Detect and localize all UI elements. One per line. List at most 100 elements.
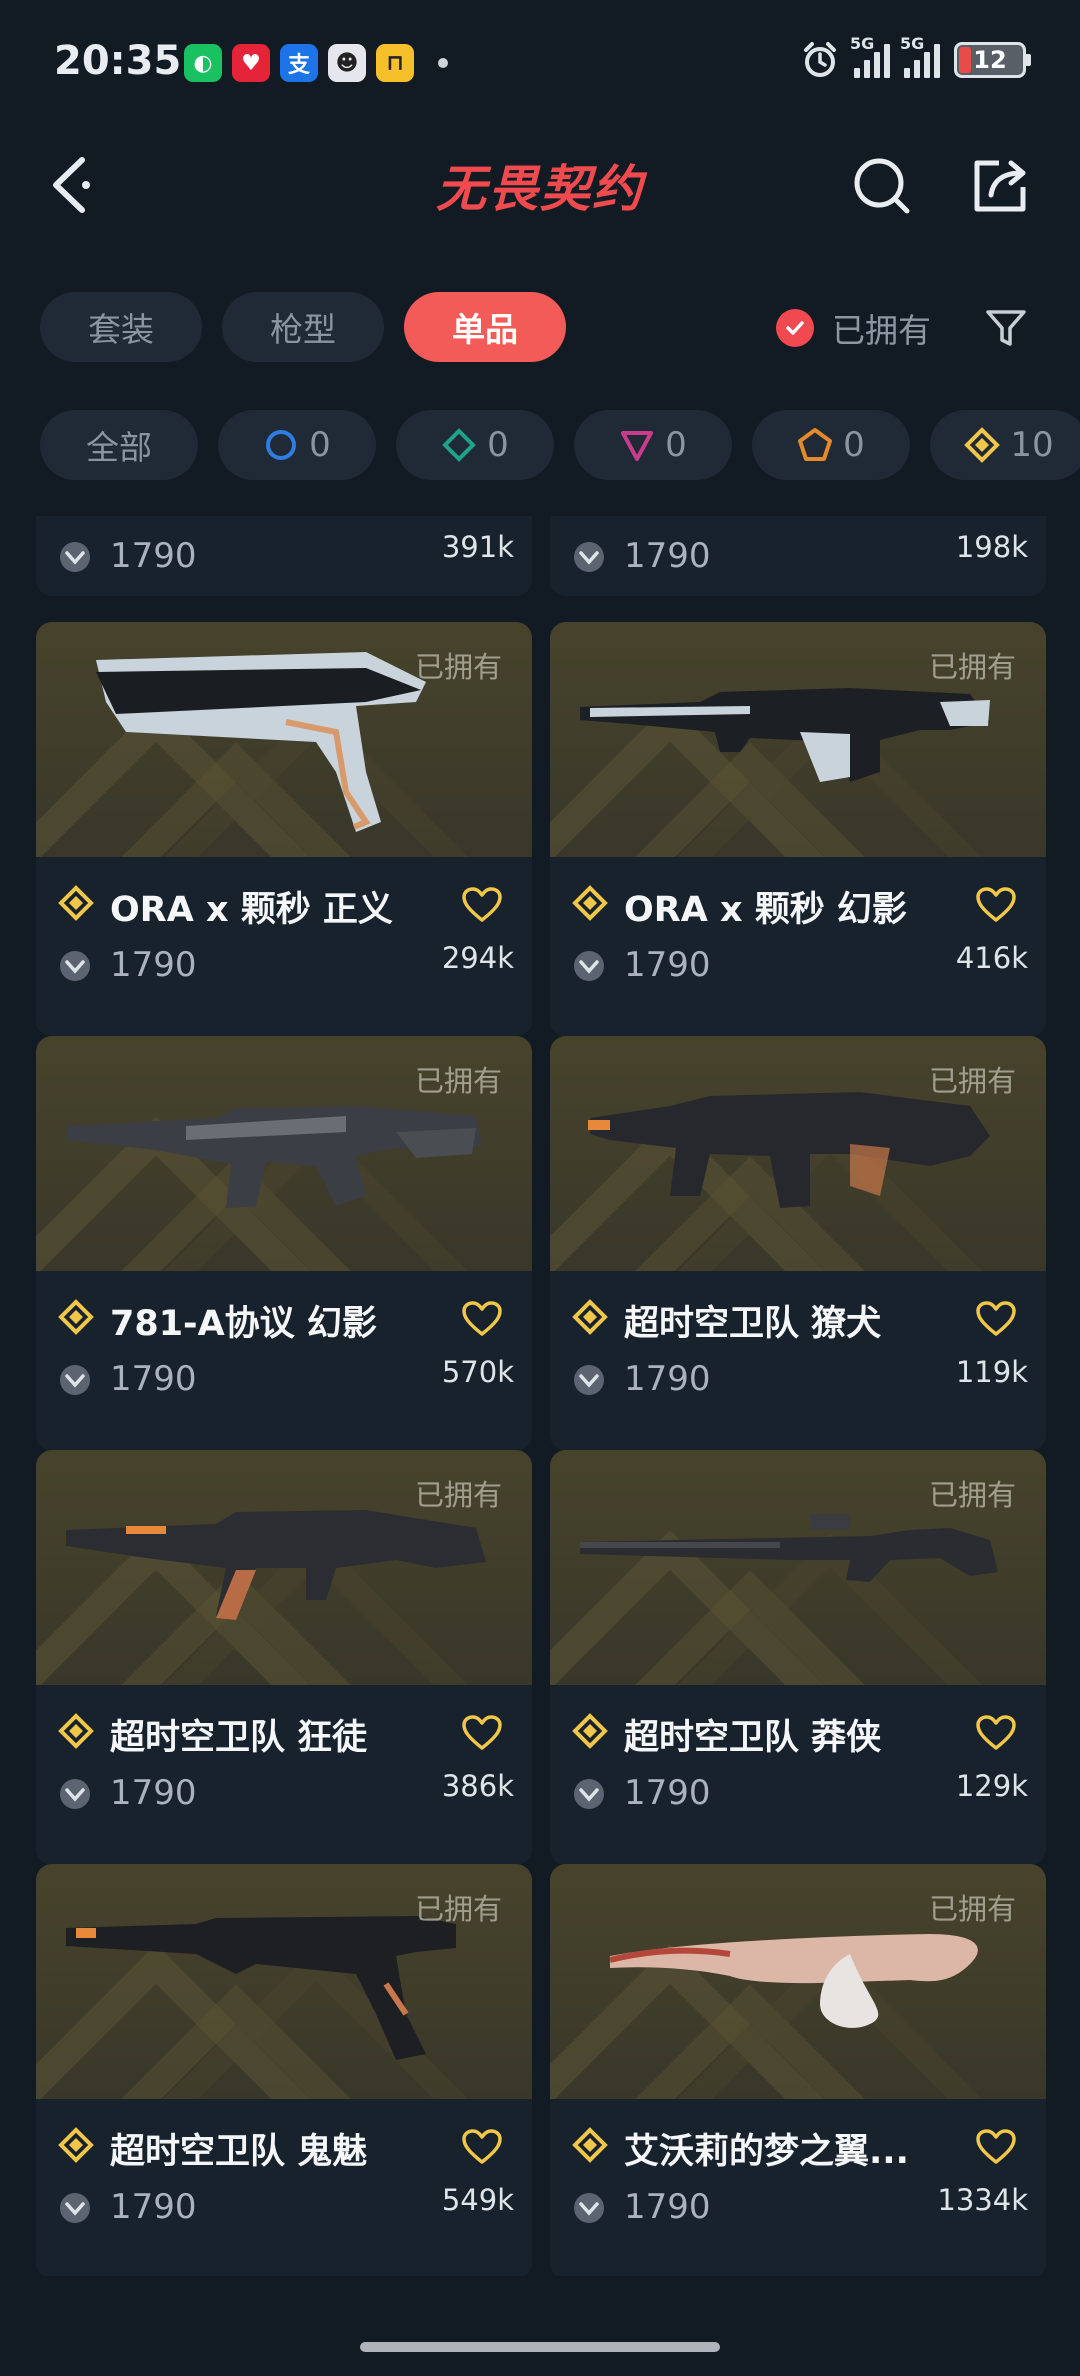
ultra-tier-icon	[572, 1713, 608, 1749]
vp-currency-icon	[572, 1363, 606, 1397]
skin-likes-count: 198k	[955, 530, 1028, 564]
owned-badge: 已拥有	[928, 1478, 1016, 1512]
chip-count: 0	[843, 425, 865, 465]
deluxe-tier-icon	[442, 428, 477, 462]
skin-name: 超时空卫队 莽侠	[624, 1718, 882, 1758]
exclusive-tier-icon	[798, 428, 833, 461]
vp-currency-icon	[572, 540, 606, 574]
chip-premium-tier[interactable]: 0	[574, 410, 732, 480]
favorite-heart-icon[interactable]	[976, 2129, 1016, 2165]
select-tier-icon	[266, 430, 297, 460]
skin-price: 1790	[110, 2187, 197, 2227]
chip-select-tier[interactable]: 0	[218, 410, 376, 480]
vp-currency-icon	[572, 2191, 606, 2225]
page-title: 无畏契约	[436, 160, 644, 218]
skin-info: 超时空卫队 鬼魅 1790 549k	[36, 2099, 532, 2276]
ultra-tier-icon	[964, 427, 1001, 463]
skin-grid: 1790 391k 1790 198k 已拥有 ORA x 颗秒 正义 1790 294k …	[0, 516, 1080, 2276]
favorite-heart-icon[interactable]	[462, 2129, 502, 2165]
vp-currency-icon	[58, 2191, 92, 2225]
share-button[interactable]	[964, 150, 1036, 222]
chip-count: 0	[309, 425, 331, 465]
notification-app-icons: ◐ ♥ 支 ☻ ⊓	[184, 44, 448, 82]
owned-badge: 已拥有	[414, 650, 502, 684]
ultra-tier-icon	[572, 1299, 608, 1335]
tab-sets[interactable]: 套装	[40, 292, 202, 362]
heart-app-icon: ♥	[232, 44, 270, 82]
vp-currency-icon	[58, 949, 92, 983]
skin-likes-count: 1334k	[937, 2183, 1028, 2217]
skin-image: 已拥有	[36, 1036, 532, 1271]
owned-badge: 已拥有	[928, 650, 1016, 684]
chip-count: 0	[487, 425, 509, 465]
ultra-tier-icon	[58, 2127, 94, 2163]
favorite-heart-icon[interactable]	[976, 1715, 1016, 1751]
wechat-icon: ◐	[184, 44, 222, 82]
home-indicator[interactable]	[360, 2342, 720, 2352]
ultra-tier-icon	[58, 1713, 94, 1749]
skin-card[interactable]: 已拥有艾沃莉的梦之翼... 1790 1334k	[550, 1864, 1046, 2276]
skin-card[interactable]: 已拥有 超时空卫队 狂徒 1790 386k	[36, 1450, 532, 1865]
skin-price: 1790	[624, 2187, 711, 2227]
chip-deluxe-tier[interactable]: 0	[396, 410, 554, 480]
search-icon	[854, 158, 910, 214]
share-icon	[974, 160, 1026, 212]
skin-image: 已拥有	[550, 1450, 1046, 1685]
skin-card[interactable]: 已拥有 ORA x 颗秒 正义 1790 294k	[36, 622, 532, 1037]
chip-ultra-tier[interactable]: 10	[930, 410, 1080, 480]
owned-badge: 已拥有	[414, 1478, 502, 1512]
favorite-heart-icon[interactable]	[976, 1301, 1016, 1337]
skin-card[interactable]: 已拥有 超时空卫队 獠犬 1790 119k	[550, 1036, 1046, 1451]
signal-type-label: 5G	[850, 34, 875, 53]
owned-badge: 已拥有	[928, 1892, 1016, 1926]
skin-card[interactable]: 已拥有 超时空卫队 鬼魅 1790 549k	[36, 1864, 532, 2276]
alarm-icon	[804, 42, 836, 77]
vp-currency-icon	[58, 1777, 92, 1811]
skin-price: 1790	[624, 945, 711, 985]
skin-card-partial[interactable]: 1790 198k	[550, 516, 1046, 596]
favorite-heart-icon[interactable]	[976, 887, 1016, 923]
game-app-icon: ☻	[328, 44, 366, 82]
skin-info: 超时空卫队 莽侠 1790 129k	[550, 1685, 1046, 1865]
skin-price: 1790	[110, 536, 197, 576]
chip-count: 10	[1010, 425, 1054, 465]
skin-name: ORA x 颗秒 幻影	[624, 890, 907, 930]
back-button[interactable]	[36, 150, 106, 220]
more-notifications-dot	[438, 58, 448, 68]
skin-info: ORA x 颗秒 幻影 1790 416k	[550, 857, 1046, 1037]
chip-all[interactable]: 全部	[40, 410, 198, 480]
skin-card[interactable]: 已拥有 781-A协议 幻影 1790 570k	[36, 1036, 532, 1451]
skin-name: 艾沃莉的梦之翼...	[624, 2132, 909, 2172]
skin-image: 已拥有	[550, 622, 1046, 857]
skin-card-partial[interactable]: 1790 391k	[36, 516, 532, 596]
chip-exclusive-tier[interactable]: 0	[752, 410, 910, 480]
skin-likes-count: 386k	[441, 1769, 514, 1803]
app-header: 无畏契约	[0, 130, 1080, 240]
favorite-heart-icon[interactable]	[462, 887, 502, 923]
skin-card[interactable]: 已拥有 超时空卫队 莽侠 1790 129k	[550, 1450, 1046, 1865]
skin-likes-count: 119k	[955, 1355, 1028, 1389]
tab-weapon-types[interactable]: 枪型	[222, 292, 384, 362]
vp-currency-icon	[572, 949, 606, 983]
skin-card[interactable]: 已拥有 ORA x 颗秒 幻影 1790 416k	[550, 622, 1046, 1037]
filter-icon	[986, 310, 1026, 346]
status-right-group: 5G 5G 12	[800, 34, 1031, 80]
tab-single-items[interactable]: 单品	[404, 292, 566, 362]
premium-tier-icon	[621, 431, 654, 461]
skin-image: 已拥有	[550, 1864, 1046, 2099]
checkbox-checked-icon	[776, 309, 814, 347]
back-arrow-icon	[53, 157, 90, 213]
skin-likes-count: 570k	[441, 1355, 514, 1389]
favorite-heart-icon[interactable]	[462, 1301, 502, 1337]
filter-button[interactable]	[978, 300, 1034, 356]
car-app-icon: ⊓	[376, 44, 414, 82]
signal-type-label: 5G	[900, 34, 925, 53]
owned-filter-toggle[interactable]: 已拥有	[776, 300, 931, 356]
skin-price: 1790	[624, 1773, 711, 1813]
skin-price: 1790	[624, 1359, 711, 1399]
skin-info: ORA x 颗秒 正义 1790 294k	[36, 857, 532, 1037]
skin-price: 1790	[110, 945, 197, 985]
favorite-heart-icon[interactable]	[462, 1715, 502, 1751]
search-button[interactable]	[846, 150, 918, 222]
status-bar: 20:35 ◐ ♥ 支 ☻ ⊓ 5G 5G 12	[0, 0, 1080, 120]
